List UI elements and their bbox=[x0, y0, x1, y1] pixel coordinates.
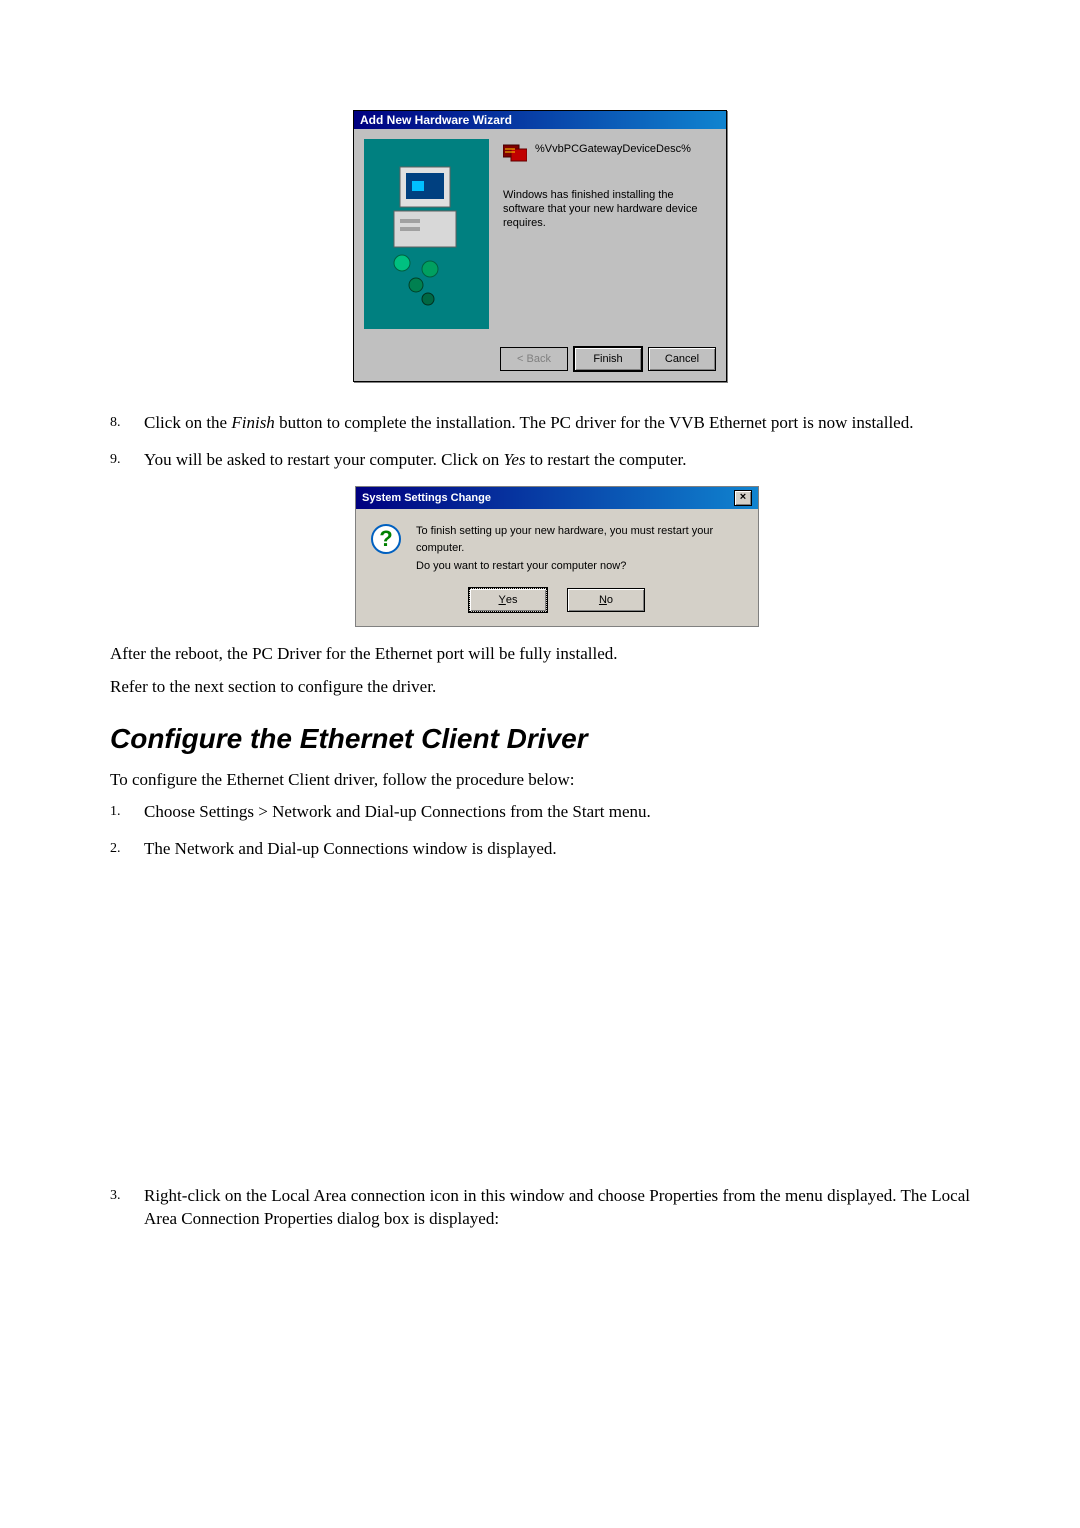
wizard-content: %VvbPCGatewayDeviceDesc% Windows has fin… bbox=[489, 139, 716, 329]
sschange-msg-line1: To finish setting up your new hardware, … bbox=[416, 523, 744, 558]
wizard-sidebar-image bbox=[364, 139, 489, 329]
paragraph-refer-next: Refer to the next section to configure t… bbox=[110, 676, 970, 699]
section-heading: Configure the Ethernet Client Driver bbox=[110, 723, 970, 755]
paragraph-after-reboot: After the reboot, the PC Driver for the … bbox=[110, 643, 970, 666]
figure-placeholder bbox=[110, 875, 970, 1185]
paragraph-intro: To configure the Ethernet Client driver,… bbox=[110, 769, 970, 792]
step-number: 3. bbox=[110, 1185, 144, 1231]
dialog-wrapper: System Settings Change × ? To finish set… bbox=[110, 486, 970, 627]
wizard-body: %VvbPCGatewayDeviceDesc% Windows has fin… bbox=[354, 129, 726, 339]
list-item: 1. Choose Settings > Network and Dial-up… bbox=[110, 801, 970, 824]
sschange-body: ? To finish setting up your new hardware… bbox=[356, 509, 758, 582]
computer-icon bbox=[382, 159, 472, 309]
sschange-footer: Yes No bbox=[356, 582, 758, 626]
wizard-title: Add New Hardware Wizard bbox=[360, 113, 512, 127]
wizard-titlebar: Add New Hardware Wizard bbox=[354, 111, 726, 129]
back-button: < Back bbox=[500, 347, 568, 371]
step-number: 9. bbox=[110, 449, 144, 472]
sschange-msg-line2: Do you want to restart your computer now… bbox=[416, 558, 744, 576]
document-page: Add New Hardware Wizard bbox=[0, 0, 1080, 1528]
step-text: Right-click on the Local Area connection… bbox=[144, 1185, 970, 1231]
cancel-button[interactable]: Cancel bbox=[648, 347, 716, 371]
finish-button[interactable]: Finish bbox=[574, 347, 642, 371]
device-icon bbox=[503, 143, 527, 163]
device-desc-text: %VvbPCGatewayDeviceDesc% bbox=[535, 143, 691, 157]
list-item: 3. Right-click on the Local Area connect… bbox=[110, 1185, 970, 1231]
question-icon: ? bbox=[370, 523, 402, 576]
step-number: 1. bbox=[110, 801, 144, 824]
yes-button[interactable]: Yes bbox=[469, 588, 547, 612]
instruction-list-a: 8. Click on the Finish button to complet… bbox=[110, 412, 970, 472]
list-item: 8. Click on the Finish button to complet… bbox=[110, 412, 970, 435]
close-icon[interactable]: × bbox=[734, 490, 752, 506]
instruction-list-b: 1. Choose Settings > Network and Dial-up… bbox=[110, 801, 970, 861]
wizard-footer: < Back Finish Cancel bbox=[354, 339, 726, 381]
sschange-titlebar: System Settings Change × bbox=[356, 487, 758, 509]
list-item: 9. You will be asked to restart your com… bbox=[110, 449, 970, 472]
step-text: The Network and Dial-up Connections wind… bbox=[144, 838, 970, 861]
add-hardware-wizard-dialog: Add New Hardware Wizard bbox=[353, 110, 727, 382]
step-text: Choose Settings > Network and Dial-up Co… bbox=[144, 801, 970, 824]
step-text: Click on the Finish button to complete t… bbox=[144, 412, 970, 435]
system-settings-change-dialog: System Settings Change × ? To finish set… bbox=[355, 486, 759, 627]
instruction-list-b-cont: 3. Right-click on the Local Area connect… bbox=[110, 1185, 970, 1231]
no-button[interactable]: No bbox=[567, 588, 645, 612]
step-number: 8. bbox=[110, 412, 144, 435]
step-number: 2. bbox=[110, 838, 144, 861]
sschange-message: To finish setting up your new hardware, … bbox=[416, 523, 744, 576]
list-item: 2. The Network and Dial-up Connections w… bbox=[110, 838, 970, 861]
device-row: %VvbPCGatewayDeviceDesc% bbox=[503, 143, 708, 163]
sschange-title: System Settings Change bbox=[362, 492, 491, 504]
svg-text:?: ? bbox=[379, 526, 392, 551]
wizard-finished-text: Windows has finished installing the soft… bbox=[503, 189, 708, 230]
step-text: You will be asked to restart your comput… bbox=[144, 449, 970, 472]
